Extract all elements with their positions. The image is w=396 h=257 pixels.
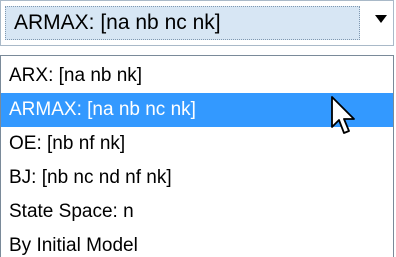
combobox-selected-value[interactable]: ARMAX: [na nb nc nk] [5, 6, 360, 40]
list-item-bj[interactable]: BJ: [nb nc nd nf nk] [1, 161, 393, 195]
model-structure-combobox[interactable]: ARMAX: [na nb nc nk] [0, 0, 394, 46]
dropdown-arrow-icon[interactable] [375, 15, 387, 23]
mouse-pointer-icon [331, 96, 355, 134]
dropdown-list: ARX: [na nb nk] ARMAX: [na nb nc nk] OE:… [0, 55, 394, 257]
list-item-arx[interactable]: ARX: [na nb nk] [1, 59, 393, 93]
list-item-state-space[interactable]: State Space: n [1, 195, 393, 229]
model-structure-dropdown: ARMAX: [na nb nc nk] ARX: [na nb nk] ARM… [0, 0, 396, 257]
list-item-by-initial-model[interactable]: By Initial Model [1, 229, 393, 257]
